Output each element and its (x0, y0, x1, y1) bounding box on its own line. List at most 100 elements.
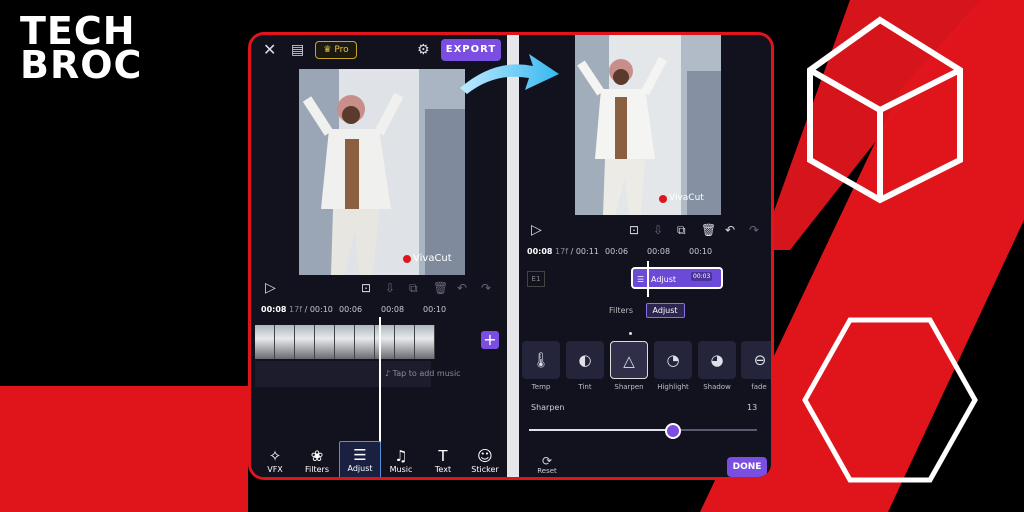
split-icon[interactable]: ⊡ (361, 281, 371, 295)
ruler-mark: 00:06 (339, 305, 363, 314)
toolbar-label: Text (434, 465, 452, 474)
notes-icon[interactable]: ▤ (291, 43, 304, 57)
track-marker: E1 (527, 271, 545, 287)
watermark-remove-icon[interactable] (659, 195, 667, 203)
reset-button[interactable]: ⟳ Reset (533, 455, 561, 475)
tab-adjust[interactable]: Adjust (645, 303, 685, 318)
slider-knob[interactable] (664, 423, 681, 439)
copy-icon[interactable]: ⧉ (409, 281, 418, 295)
pro-badge[interactable]: ♛ Pro (315, 41, 357, 59)
time-readout: 00:08 17f / 00:11 (527, 247, 599, 256)
ruler-mark: 00:10 (689, 247, 713, 256)
trash-icon[interactable]: 🗑 (701, 223, 716, 237)
reset-icon: ⟳ (541, 454, 553, 468)
text-icon: T (438, 447, 448, 465)
tint-icon: ◐ (566, 341, 604, 379)
video-preview: VivaCut (299, 69, 465, 275)
gear-icon[interactable]: ⚙ (417, 43, 430, 57)
close-icon[interactable]: ✕ (263, 42, 276, 58)
adjust-fade[interactable]: ⊖ fade (741, 341, 771, 391)
adjust-label: fade (751, 383, 767, 391)
redo-icon[interactable]: ↷ (481, 281, 491, 295)
left-editor-panel: ✕ ▤ ♛ Pro ⚙ EXPORT VivaCut ▷ ⊡ ⇩ ⧉ 🗑 ↶ ↷… (251, 35, 507, 477)
logo-line-2: BROC (20, 43, 143, 87)
reset-label: Reset (537, 467, 557, 475)
music-hint[interactable]: ♪ Tap to add music (385, 369, 461, 378)
filter-adjust-tabs: Filters Adjust (603, 303, 689, 318)
adjust-sharpen[interactable]: △ Sharpen (609, 341, 649, 391)
adjust-temp[interactable]: 🌡 Temp (521, 341, 561, 391)
adjust-tint[interactable]: ◐ Tint (565, 341, 605, 391)
ruler-mark: 00:08 (381, 305, 405, 314)
download-icon[interactable]: ⇩ (385, 281, 395, 295)
triangle-icon: △ (610, 341, 648, 379)
adjust-clip[interactable]: ☰ Adjust 00:03 (631, 267, 723, 289)
slider-label: Sharpen (531, 403, 565, 412)
shadow-icon: ◕ (698, 341, 736, 379)
undo-icon[interactable]: ↶ (457, 281, 467, 295)
toolbar-label: Music (389, 465, 413, 474)
time-separator: / (304, 305, 308, 314)
toolbar-vfx[interactable]: ✧ VFX (255, 447, 295, 474)
redo-icon[interactable]: ↷ (749, 223, 759, 237)
toolbar-adjust[interactable]: ☰ Adjust (339, 441, 381, 477)
thermometer-icon: 🌡 (522, 341, 560, 379)
sliders-icon: ☰ (353, 446, 367, 464)
toolbar-label: Sticker (471, 465, 499, 474)
toolbar-filters[interactable]: ❀ Filters (297, 447, 337, 474)
toolbar-music[interactable]: ♫ Music (381, 447, 421, 474)
selection-dot (629, 332, 632, 335)
sparkle-icon: ✧ (268, 447, 282, 465)
copy-icon[interactable]: ⧉ (677, 223, 686, 237)
current-time: 00:08 (261, 305, 287, 314)
adjust-label: Shadow (703, 383, 731, 391)
highlight-icon: ◔ (654, 341, 692, 379)
clip-duration-badge: 00:03 (691, 272, 713, 281)
adjust-label: Sharpen (614, 383, 644, 391)
add-clip-button[interactable]: + (481, 331, 499, 349)
music-icon: ♫ (394, 447, 408, 465)
toolbar-label: Filters (305, 465, 329, 474)
time-separator: / (570, 247, 574, 256)
total-time: 00:11 (575, 247, 599, 256)
undo-icon[interactable]: ↶ (725, 223, 735, 237)
adjust-label: Temp (531, 383, 551, 391)
music-hint-label: Tap to add music (392, 369, 461, 378)
sliders-icon: ☰ (637, 275, 645, 284)
watermark-remove-icon[interactable] (403, 255, 411, 263)
toolbar-sticker[interactable]: ☺ Sticker (465, 447, 505, 474)
split-icon[interactable]: ⊡ (629, 223, 639, 237)
video-preview-adjusted: VivaCut (575, 35, 721, 215)
sharpen-slider[interactable] (529, 423, 757, 439)
ruler-mark: 00:10 (423, 305, 447, 314)
watermark-label: VivaCut (669, 193, 704, 203)
total-time: 00:10 (309, 305, 333, 314)
filters-icon: ❀ (310, 447, 324, 465)
toolbar-label: Adjust (347, 464, 373, 473)
watermark-label: VivaCut (413, 253, 452, 264)
toolbar-label: VFX (267, 465, 283, 474)
done-button[interactable]: DONE (727, 457, 767, 477)
adjust-highlight[interactable]: ◔ Highlight (653, 341, 693, 391)
play-icon[interactable]: ▷ (265, 281, 276, 295)
toolbar-text[interactable]: T Text (423, 447, 463, 474)
video-clip-strip[interactable] (255, 325, 435, 359)
sticker-icon: ☺ (477, 447, 493, 465)
music-note-icon: ♪ (385, 369, 391, 378)
adjust-shadow[interactable]: ◕ Shadow (697, 341, 737, 391)
ruler-mark: 00:06 (605, 247, 629, 256)
tab-filters[interactable]: Filters (603, 304, 639, 317)
screenshot-stage: TECH BROC ✕ ▤ ♛ Pro ⚙ EXPORT VivaCut ▷ ⊡… (0, 0, 1024, 512)
slider-value: 13 (747, 403, 758, 412)
video-frame-image (575, 35, 721, 215)
download-icon[interactable]: ⇩ (653, 223, 663, 237)
current-time: 00:08 (527, 247, 553, 256)
trash-icon[interactable]: 🗑 (433, 281, 448, 295)
ruler-mark: 00:08 (647, 247, 671, 256)
techbroc-logo: TECH BROC (20, 12, 143, 87)
play-icon[interactable]: ▷ (531, 223, 542, 237)
playhead[interactable] (647, 261, 649, 297)
transition-arrow-icon (460, 54, 559, 94)
panel-divider (507, 35, 519, 477)
time-readout: 00:08 17f / 00:10 (261, 305, 333, 314)
